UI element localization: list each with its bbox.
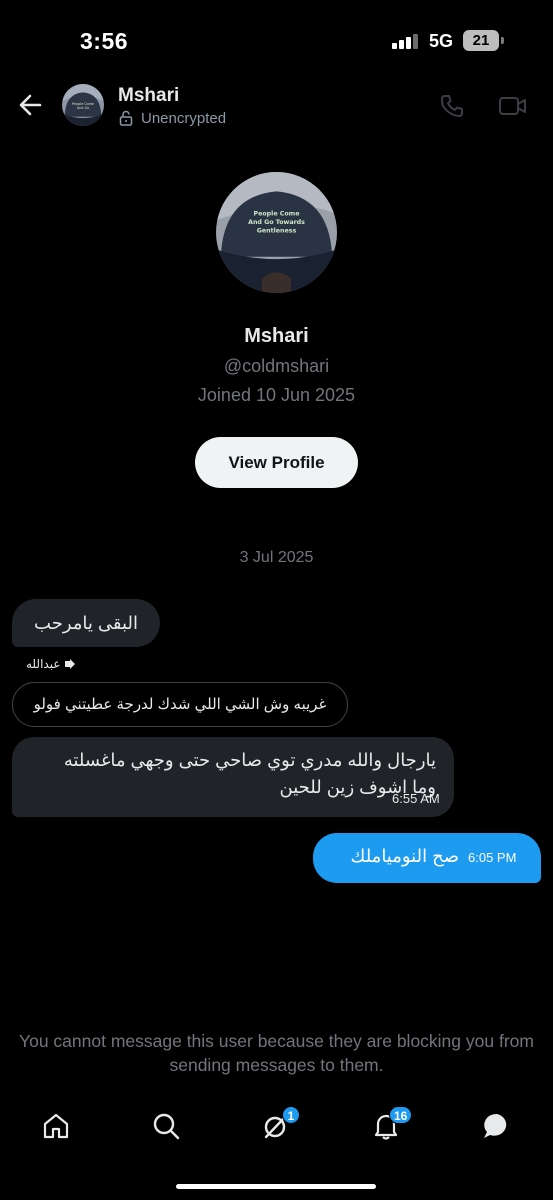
svg-text:Gentleness: Gentleness bbox=[257, 228, 297, 235]
status-time: 3:56 bbox=[80, 28, 129, 54]
nav-home[interactable] bbox=[40, 1110, 72, 1142]
status-bar: 3:56 5G 21 bbox=[0, 0, 553, 80]
svg-text:People Come: People Come bbox=[72, 102, 94, 106]
profile-joined-date: Joined 10 Jun 2025 bbox=[197, 385, 356, 405]
battery-tip bbox=[501, 37, 504, 44]
message-text: صح النومياملك bbox=[350, 846, 459, 866]
svg-text:And Go: And Go bbox=[77, 106, 89, 110]
video-call-button[interactable] bbox=[498, 92, 528, 120]
svg-text:People Come: People Come bbox=[253, 211, 299, 218]
profile-name: Mshari bbox=[244, 325, 309, 347]
phone-icon bbox=[441, 95, 463, 117]
back-button[interactable] bbox=[16, 90, 46, 120]
message-bubble-incoming[interactable]: يارجال والله مدري توي صاحي حتى وجهي ماغس… bbox=[12, 737, 454, 817]
svg-text:And Go Towards: And Go Towards bbox=[248, 219, 305, 226]
cellular-signal-icon bbox=[392, 33, 420, 49]
network-type: 5G bbox=[429, 31, 454, 51]
message-text-line: يارجال والله مدري توي صاحي حتى وجهي ماغس… bbox=[63, 750, 436, 770]
notifications-badge: 16 bbox=[389, 1106, 413, 1124]
search-icon bbox=[153, 1113, 180, 1140]
message-text-line: وما اشوف زين للحين bbox=[279, 777, 436, 797]
grok-badge: 1 bbox=[282, 1106, 300, 1124]
message-timestamp: 6:55 AM bbox=[392, 791, 440, 806]
message-timestamp: 6:05 PM bbox=[468, 850, 517, 865]
chat-bubble-icon bbox=[484, 1113, 507, 1138]
video-camera-icon bbox=[499, 97, 526, 115]
header-name[interactable]: Mshari bbox=[118, 85, 179, 107]
message-bubble-incoming[interactable]: البقى يامرحب bbox=[12, 599, 160, 647]
battery-icon: 21 bbox=[463, 30, 499, 51]
date-separator: 3 Jul 2025 bbox=[239, 549, 314, 566]
header-avatar[interactable]: People Come And Go bbox=[62, 84, 104, 126]
view-profile-button[interactable]: View Profile bbox=[195, 437, 358, 488]
reply-to-name: عبدالله bbox=[26, 657, 61, 671]
encryption-status: Unencrypted bbox=[141, 110, 227, 127]
home-icon bbox=[43, 1113, 69, 1139]
conversation-header: People Come And Go Mshari Unencrypted bbox=[0, 80, 553, 136]
profile-handle: @coldmshari bbox=[223, 356, 330, 376]
profile-avatar[interactable]: People Come And Go Towards Gentleness bbox=[216, 172, 337, 293]
home-indicator[interactable] bbox=[176, 1184, 376, 1189]
nav-search[interactable] bbox=[150, 1110, 182, 1142]
blocked-notice: You cannot message this user because the… bbox=[19, 1031, 534, 1075]
nav-messages[interactable] bbox=[481, 1110, 513, 1142]
reply-arrow-icon bbox=[65, 659, 76, 669]
reply-quote[interactable]: غريبه وش الشي اللي شدك لدرجة عطيتني فولو bbox=[12, 682, 348, 727]
voice-call-button[interactable] bbox=[438, 92, 466, 120]
arrow-left-icon bbox=[19, 94, 42, 116]
reply-indicator: عبدالله bbox=[26, 657, 76, 671]
message-bubble-outgoing[interactable]: صح النومياملك 6:05 PM bbox=[313, 833, 541, 883]
unlock-icon bbox=[119, 110, 133, 126]
